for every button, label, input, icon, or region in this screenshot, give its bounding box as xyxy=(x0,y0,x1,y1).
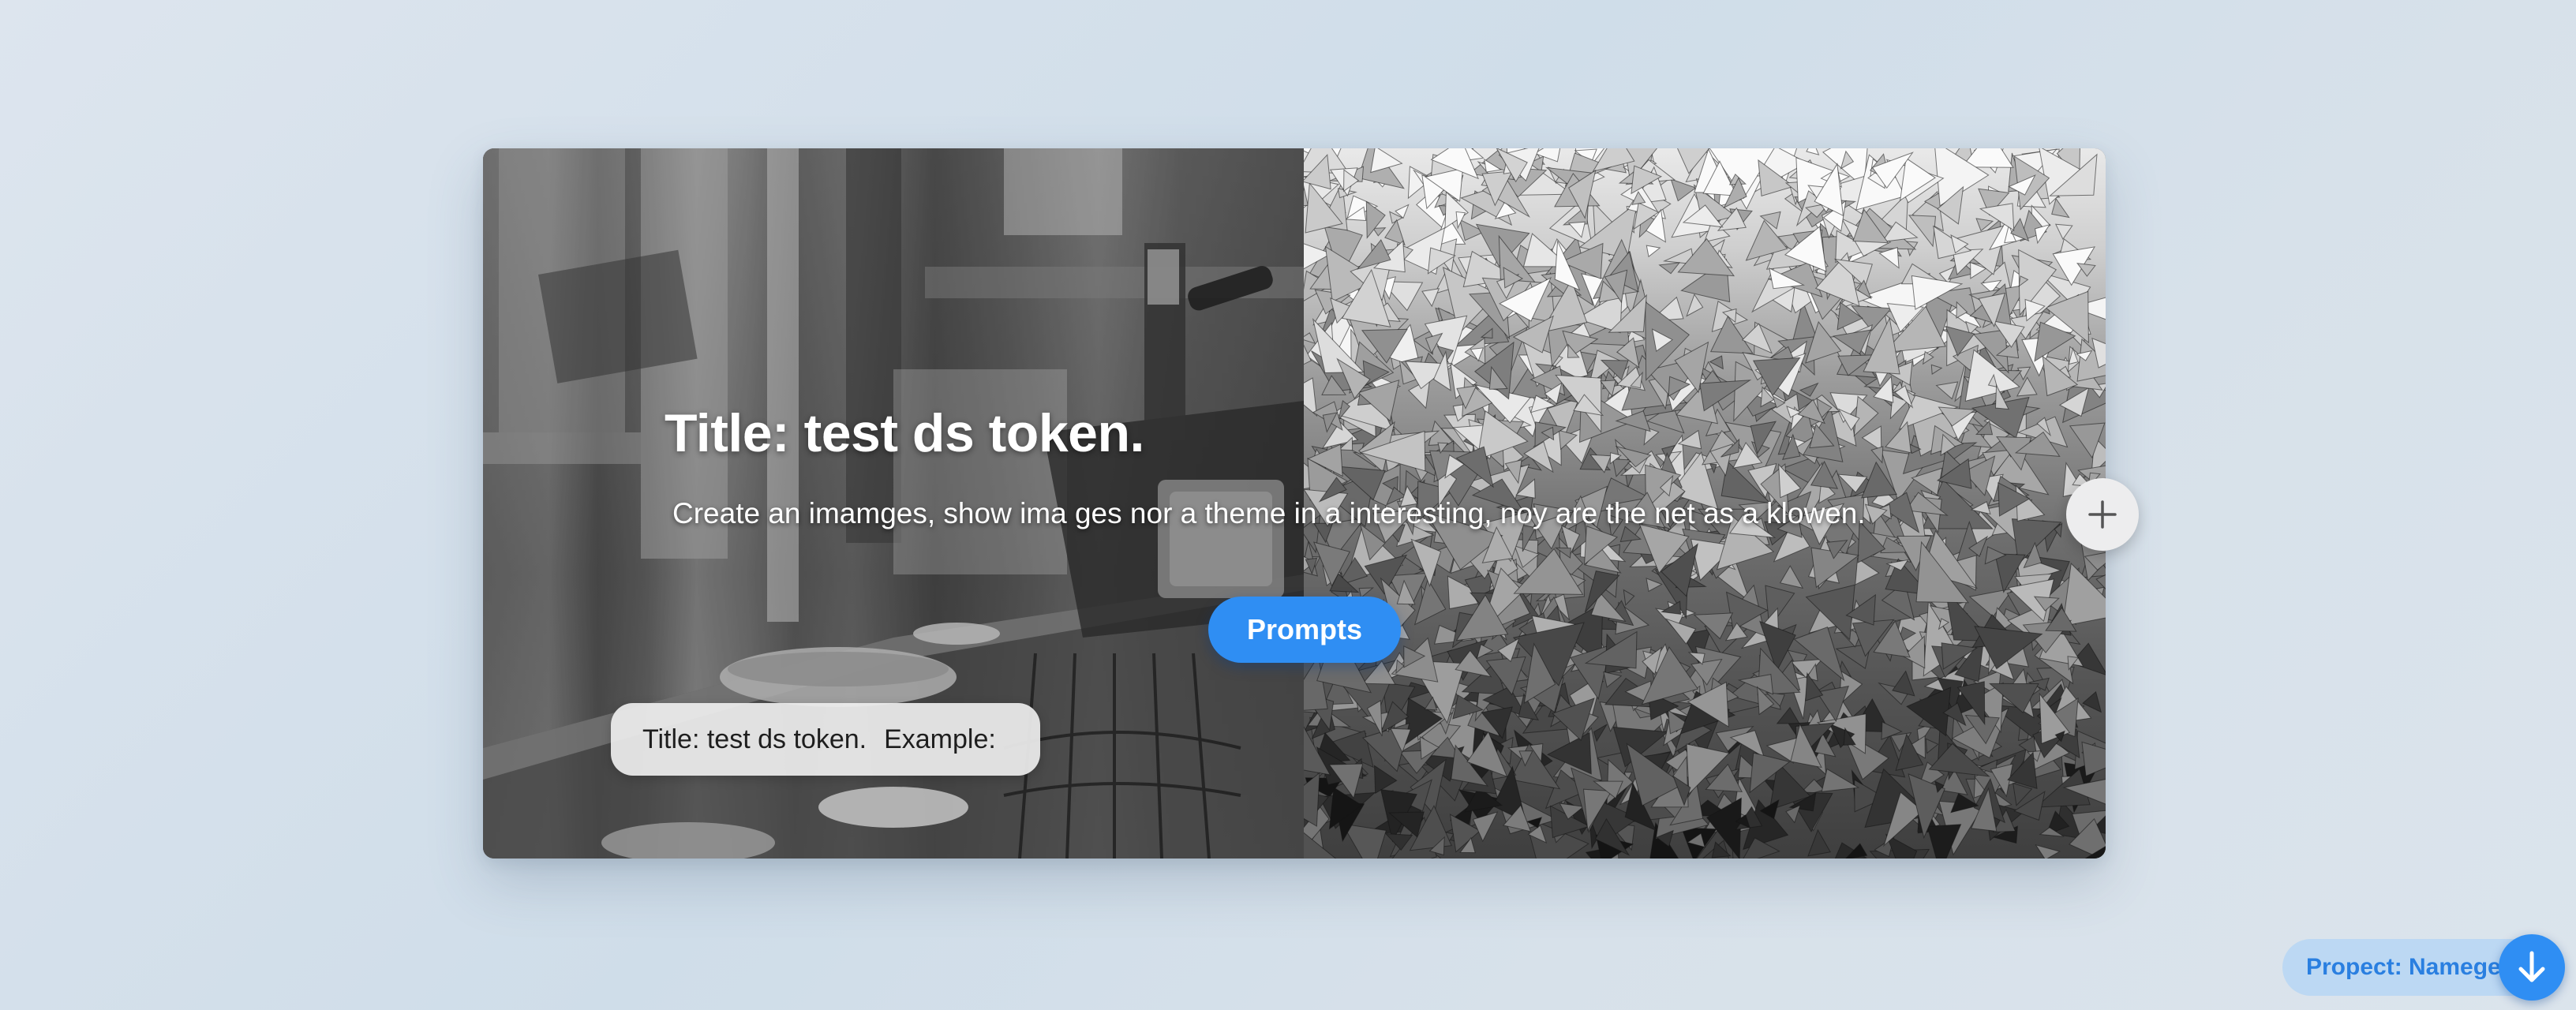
crystal-shard xyxy=(1687,652,1705,665)
prompts-button[interactable]: Prompts xyxy=(1208,597,1401,663)
arrow-down-icon xyxy=(2518,951,2545,982)
plus-icon xyxy=(2088,500,2117,529)
crystal-shard xyxy=(1686,294,1704,317)
crystal-shard xyxy=(1923,350,1934,365)
crystal-shard xyxy=(1623,589,1635,607)
crystal-shard xyxy=(2016,376,2038,397)
add-button[interactable] xyxy=(2066,478,2139,551)
hero-card: Title: test ds token. Create an imamges,… xyxy=(483,148,2106,858)
crystal-shard xyxy=(1372,227,1387,237)
crystal-shard xyxy=(1658,262,1681,275)
crystal-shard xyxy=(1870,446,1884,464)
crystal-shard xyxy=(2035,844,2061,858)
crystal-shard xyxy=(1776,706,1800,724)
crystal-shard xyxy=(2082,690,2102,713)
crystal-shard xyxy=(1930,364,1943,375)
crystal-shard xyxy=(1908,215,1937,248)
crystal-shard xyxy=(1807,829,1831,857)
download-button[interactable] xyxy=(2499,934,2565,1001)
hero-title: Title: test ds token. xyxy=(665,403,1144,463)
crystal-shard xyxy=(1304,332,1316,345)
hero-description: Create an imamges, show ima ges nor a th… xyxy=(672,497,1866,529)
project-name-label: Propect: Namege xyxy=(2306,954,2501,980)
crystal-shard xyxy=(1646,578,1663,593)
crystal-shard xyxy=(1593,724,1608,743)
crystal-shard xyxy=(1925,738,1939,754)
crystal-shard xyxy=(1885,421,1911,454)
chip-title-label: Title: test ds token. xyxy=(642,724,867,754)
crystal-shard xyxy=(1304,377,1318,417)
crystal-shard xyxy=(1603,671,1623,688)
crystal-shard xyxy=(1806,148,1820,155)
crystal-shard xyxy=(2051,197,2070,219)
crystal-shard xyxy=(1799,382,1819,397)
crystal-shard xyxy=(1779,565,1804,589)
crystal-shard xyxy=(1384,219,1406,246)
chip-example-label: Example: xyxy=(884,724,996,754)
crystal-shard xyxy=(1670,178,1697,202)
example-chip-bar[interactable]: Title: test ds token. Example: xyxy=(611,703,1040,776)
crystal-shard xyxy=(2054,223,2073,240)
crystal-shard xyxy=(1935,381,1959,400)
crystal-shard xyxy=(1421,288,1440,308)
crystal-shard xyxy=(1861,425,1882,451)
crystal-shard xyxy=(1646,245,1661,258)
crystal-shard xyxy=(1373,765,1398,795)
